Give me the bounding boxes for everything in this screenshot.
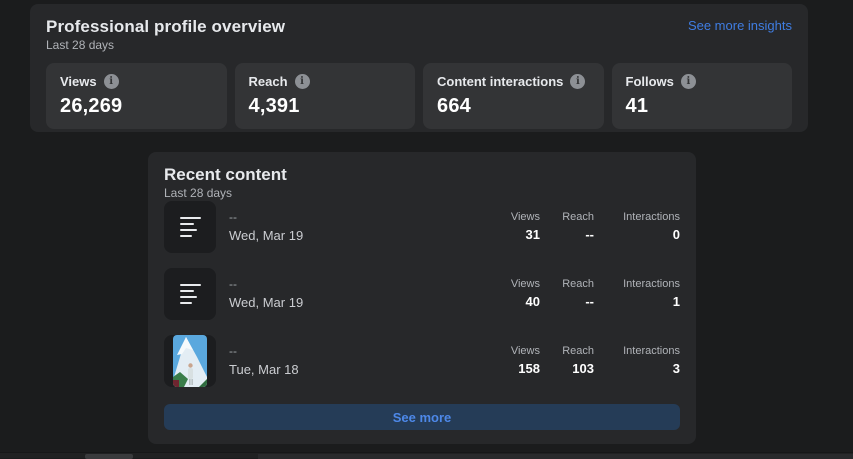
views-value: 31 bbox=[525, 227, 540, 242]
content-date: Wed, Mar 19 bbox=[229, 295, 304, 310]
content-date: Tue, Mar 18 bbox=[229, 362, 299, 377]
stat-value: 26,269 bbox=[60, 95, 123, 117]
views-column-label: Views bbox=[510, 278, 540, 290]
stat-tile-views[interactable]: Views i 26,269 bbox=[46, 63, 227, 129]
interactions-value: 3 bbox=[672, 361, 680, 376]
text-post-thumbnail bbox=[164, 268, 216, 320]
content-row[interactable]: -- Tue, Mar 18 Views 158 Reach 103 Inter… bbox=[164, 335, 680, 387]
stat-tile-content-interactions[interactable]: Content interactions i 664 bbox=[423, 63, 604, 129]
reach-value: -- bbox=[585, 294, 594, 309]
recent-content-card: Recent content Last 28 days -- Wed, Mar … bbox=[148, 152, 696, 444]
stat-value: 664 bbox=[437, 95, 471, 117]
stat-label: Follows bbox=[625, 74, 674, 89]
content-row[interactable]: -- Wed, Mar 19 Views 40 Reach -- Interac… bbox=[164, 268, 680, 320]
recent-content-title: Recent content bbox=[164, 165, 287, 184]
bottom-strip-segment bbox=[258, 454, 853, 459]
views-column-label: Views bbox=[510, 211, 540, 223]
interactions-value: 0 bbox=[672, 227, 680, 242]
interactions-column-label: Interactions bbox=[623, 211, 680, 223]
stat-value: 41 bbox=[625, 95, 649, 117]
info-icon[interactable]: i bbox=[294, 74, 310, 89]
reach-value: 103 bbox=[572, 361, 594, 376]
views-column-label: Views bbox=[510, 345, 540, 357]
text-post-thumbnail bbox=[164, 201, 216, 253]
info-icon[interactable]: i bbox=[680, 74, 696, 89]
interactions-value: 1 bbox=[672, 294, 680, 309]
stat-label: Reach bbox=[248, 74, 288, 89]
see-more-insights-link[interactable]: See more insights bbox=[688, 16, 792, 35]
info-icon[interactable]: i bbox=[103, 74, 119, 89]
profile-overview-card: Professional profile overview Last 28 da… bbox=[30, 4, 808, 132]
content-row[interactable]: -- Wed, Mar 19 Views 31 Reach -- Interac… bbox=[164, 201, 680, 253]
content-title: -- bbox=[229, 277, 237, 291]
stat-tile-reach[interactable]: Reach i 4,391 bbox=[234, 63, 415, 129]
content-title: -- bbox=[229, 210, 237, 224]
photo-post-thumbnail bbox=[164, 335, 216, 387]
reach-column-label: Reach bbox=[562, 211, 594, 223]
scrollbar-thumb[interactable] bbox=[85, 454, 133, 459]
reach-column-label: Reach bbox=[562, 278, 594, 290]
info-icon[interactable]: i bbox=[570, 74, 586, 89]
recent-content-subtitle: Last 28 days bbox=[164, 186, 233, 200]
content-date: Wed, Mar 19 bbox=[229, 228, 304, 243]
see-more-button[interactable]: See more bbox=[164, 404, 680, 430]
stat-tiles-row: Views i 26,269 Reach i 4,391 Content int… bbox=[46, 63, 792, 129]
stat-label: Views bbox=[60, 74, 97, 89]
recent-content-list: -- Wed, Mar 19 Views 31 Reach -- Interac… bbox=[164, 201, 680, 387]
overview-title: Professional profile overview bbox=[46, 17, 286, 36]
text-lines-icon bbox=[179, 217, 201, 237]
stat-tile-follows[interactable]: Follows i 41 bbox=[611, 63, 792, 129]
overview-header: Professional profile overview Last 28 da… bbox=[46, 16, 792, 53]
interactions-column-label: Interactions bbox=[623, 278, 680, 290]
text-lines-icon bbox=[179, 284, 201, 304]
views-value: 40 bbox=[525, 294, 540, 309]
content-title: -- bbox=[229, 344, 237, 358]
reach-value: -- bbox=[585, 227, 594, 242]
interactions-column-label: Interactions bbox=[623, 345, 680, 357]
stat-value: 4,391 bbox=[248, 95, 300, 117]
reach-column-label: Reach bbox=[562, 345, 594, 357]
mountain-photo-image bbox=[173, 335, 207, 387]
bottom-scrollbar-track bbox=[0, 452, 853, 459]
views-value: 158 bbox=[518, 361, 540, 376]
overview-subtitle: Last 28 days bbox=[46, 38, 115, 52]
stat-label: Content interactions bbox=[437, 74, 564, 89]
